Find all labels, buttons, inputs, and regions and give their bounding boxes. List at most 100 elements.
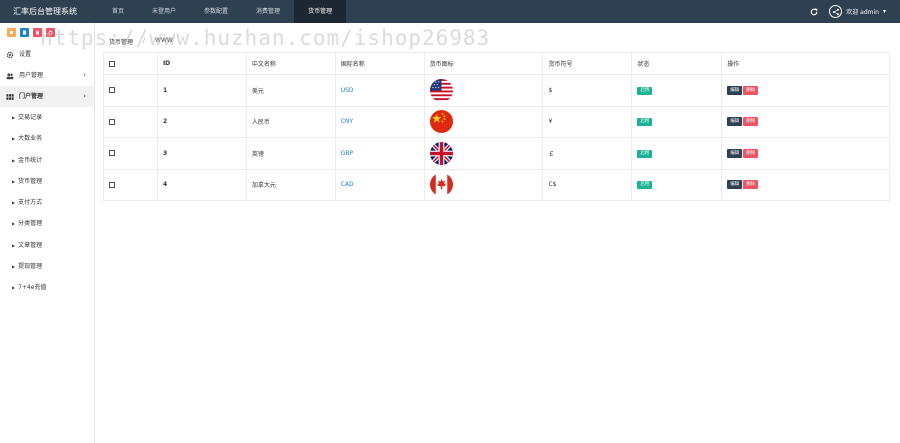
document-icon[interactable] xyxy=(20,28,29,37)
nav-item-consumption[interactable]: 消费管理 xyxy=(242,0,294,23)
refresh-icon[interactable] xyxy=(809,7,819,17)
table-row: 4 加拿大元 CAD C$ 启用 编辑 删除 xyxy=(103,168,890,201)
sidebar-subitem-categories[interactable]: ▶ 分类管理 xyxy=(0,213,94,234)
delete-button[interactable]: 删除 xyxy=(743,180,759,190)
quick-actions xyxy=(0,23,94,37)
cell-status: 启用 xyxy=(631,105,723,138)
sidebar-subitem-gold-stats[interactable]: ▶ 金币统计 xyxy=(0,150,94,171)
edit-button[interactable]: 编辑 xyxy=(727,117,743,127)
cell-cn-name: 加拿大元 xyxy=(245,168,336,201)
sidebar-subitem-label: 金币统计 xyxy=(18,156,43,164)
header-currency-icon[interactable]: 货币图标 xyxy=(423,52,544,75)
breadcrumb-separator: / xyxy=(143,37,146,44)
bookmark-icon[interactable] xyxy=(7,28,16,37)
sidebar-subitem-bulk-business[interactable]: ▶ 大数业务 xyxy=(0,128,94,149)
sidebar-subitem-label: 分类管理 xyxy=(18,220,43,228)
cell-actions: 编辑 删除 xyxy=(721,168,890,201)
caret-right-icon: ▶ xyxy=(12,221,16,227)
chevron-down-icon: ▾ xyxy=(882,8,886,15)
delete-button[interactable]: 删除 xyxy=(743,148,759,158)
sidebar-item-label: 设置 xyxy=(19,51,32,58)
caret-right-icon: ▶ xyxy=(12,200,16,206)
sidebar-subitem-articles[interactable]: ▶ 文章管理 xyxy=(0,235,94,256)
cell-status: 启用 xyxy=(631,74,723,107)
cell-symbol: C$ xyxy=(542,168,633,201)
cell-code: USD xyxy=(334,74,425,107)
nav-item-currency[interactable]: 货币管理 xyxy=(294,0,347,23)
header-currency-symbol[interactable]: 货币符号 xyxy=(542,52,633,75)
row-checkbox[interactable] xyxy=(109,87,115,94)
cell-id: 3 xyxy=(156,137,247,170)
sidebar-subitem-payment[interactable]: ▶ 支付方式 xyxy=(0,192,94,213)
sidebar-menu: 设置 用户管理 › 门户管理 › ▶ 交易记录 ▶ 大数业务 ▶ 金币统计 ▶ 货币管理… xyxy=(0,44,94,299)
users-icon xyxy=(6,72,14,80)
sidebar-subitem-withdrawals[interactable]: ▶ 提现管理 xyxy=(0,256,94,277)
sidebar-subitem-recharge[interactable]: ▶ 7+4e充值 xyxy=(0,277,94,298)
share-icon xyxy=(829,5,843,18)
caret-right-icon: ▶ xyxy=(12,285,16,291)
sidebar-subitem-currency[interactable]: ▶ 货币管理 xyxy=(0,171,94,192)
select-all-checkbox[interactable] xyxy=(109,60,115,67)
header-intl-name[interactable]: 国际名称 xyxy=(334,52,425,75)
sidebar-subitem-label: 支付方式 xyxy=(18,199,43,207)
row-checkbox[interactable] xyxy=(109,118,115,125)
sidebar-item-portal[interactable]: 门户管理 › xyxy=(0,86,94,107)
caret-right-icon: ▶ xyxy=(12,136,16,142)
user-greeting: 欢迎 admin xyxy=(846,9,879,16)
nav-item-parameters[interactable]: 参数配置 xyxy=(190,0,242,23)
cell-symbol: ￡ xyxy=(542,137,633,170)
sidebar: 设置 用户管理 › 门户管理 › ▶ 交易记录 ▶ 大数业务 ▶ 金币统计 ▶ 货币管理… xyxy=(0,23,95,443)
cell-flag xyxy=(423,168,544,201)
power-icon[interactable] xyxy=(46,28,55,37)
select-all-cell xyxy=(103,52,158,75)
status-badge[interactable]: 启用 xyxy=(637,86,653,95)
header-id[interactable]: ID xyxy=(156,52,247,75)
row-checkbox[interactable] xyxy=(109,181,115,188)
header-status[interactable]: 状态 xyxy=(631,52,723,75)
delete-button[interactable]: 删除 xyxy=(743,85,759,95)
cell-flag xyxy=(423,105,544,138)
edit-button[interactable]: 编辑 xyxy=(727,85,743,95)
main-content: 货币管理 / WWW ID 中文名称 国际名称 货币图标 货币符号 状态 操作 xyxy=(95,23,900,443)
cell-symbol: $ xyxy=(542,74,633,107)
header-cn-name[interactable]: 中文名称 xyxy=(245,52,336,75)
row-checkbox[interactable] xyxy=(109,150,115,157)
sidebar-subitem-label: 大数业务 xyxy=(18,135,43,143)
table-header-row: ID 中文名称 国际名称 货币图标 货币符号 状态 操作 xyxy=(103,52,890,75)
status-badge[interactable]: 启用 xyxy=(637,118,653,127)
sidebar-subitem-label: 交易记录 xyxy=(18,114,43,121)
trash-icon[interactable] xyxy=(33,28,42,37)
header-actions: 操作 xyxy=(721,52,890,75)
edit-button[interactable]: 编辑 xyxy=(727,148,743,158)
currency-table: ID 中文名称 国际名称 货币图标 货币符号 状态 操作 1 美元 USD $ … xyxy=(103,52,890,201)
chevron-right-icon: › xyxy=(83,92,86,100)
sidebar-item-users[interactable]: 用户管理 › xyxy=(0,65,94,86)
top-nav: 首页 未登用户 参数配置 消费管理 货币管理 xyxy=(98,0,347,23)
sidebar-subitem-label: 货币管理 xyxy=(18,177,43,185)
caret-right-icon: ▶ xyxy=(12,242,16,248)
uk-flag-icon xyxy=(429,141,453,165)
cell-code: GBP xyxy=(334,137,425,170)
delete-button[interactable]: 删除 xyxy=(743,117,759,127)
cell-status: 启用 xyxy=(631,137,723,170)
nav-item-home[interactable]: 首页 xyxy=(98,0,138,23)
nav-item-guest-users[interactable]: 未登用户 xyxy=(138,0,190,23)
caret-right-icon: ▶ xyxy=(12,178,16,184)
edit-button[interactable]: 编辑 xyxy=(727,180,743,190)
top-right-area: 欢迎 admin ▾ xyxy=(809,0,886,23)
cell-flag xyxy=(423,137,544,170)
cell-id: 1 xyxy=(156,74,247,107)
user-menu[interactable]: 欢迎 admin ▾ xyxy=(829,5,886,18)
sidebar-subitem-label: 文章管理 xyxy=(18,241,43,249)
row-select-cell xyxy=(103,74,158,107)
cell-symbol: ¥ xyxy=(542,105,633,138)
cell-code: CAD xyxy=(334,168,425,201)
sidebar-subitem-transactions[interactable]: ▶ 交易记录 xyxy=(0,107,94,128)
cell-actions: 编辑 删除 xyxy=(721,105,890,138)
breadcrumb-tail: WWW xyxy=(155,37,173,44)
sidebar-item-settings[interactable]: 设置 xyxy=(0,44,94,65)
status-badge[interactable]: 启用 xyxy=(637,149,653,158)
cell-cn-name: 美元 xyxy=(245,74,336,107)
grid-icon xyxy=(6,93,14,101)
status-badge[interactable]: 启用 xyxy=(637,181,653,190)
